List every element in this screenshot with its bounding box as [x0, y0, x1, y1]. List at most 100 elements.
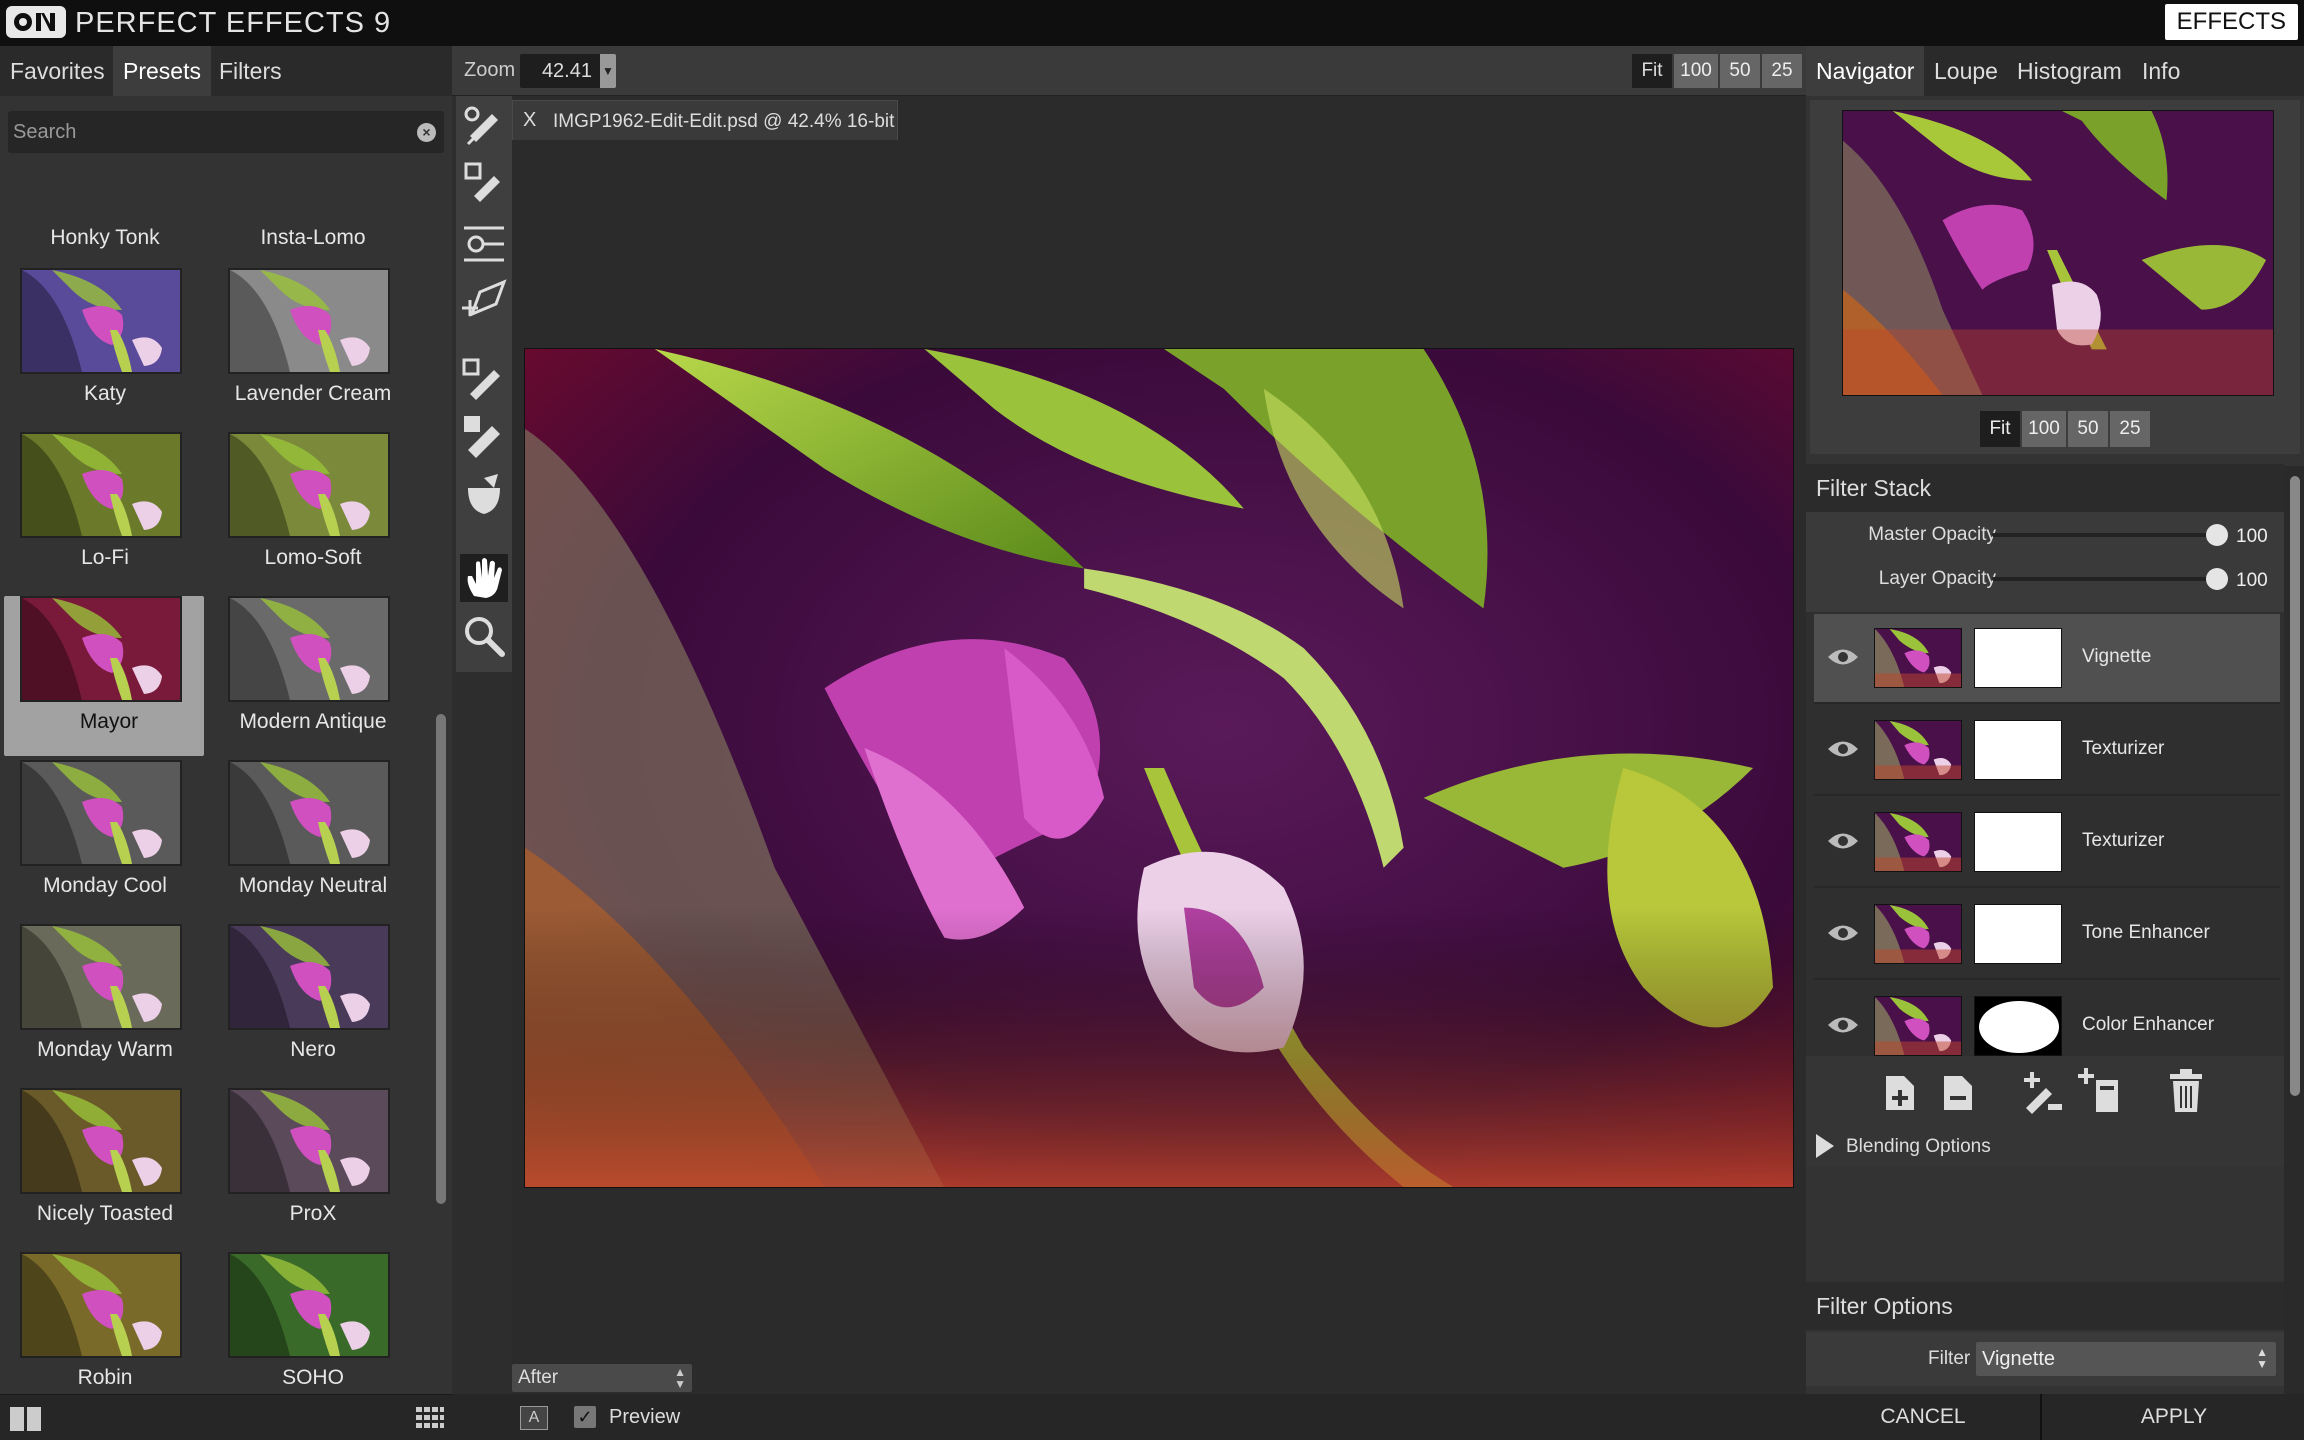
layer-name: Texturizer [2082, 738, 2165, 759]
eye-icon[interactable] [1826, 738, 1860, 760]
select-arrows-icon: ▲ ▼ [2256, 1345, 2268, 1371]
hand-tool[interactable] [460, 554, 508, 602]
preset-item[interactable]: Lomo-Soft [208, 432, 408, 592]
master-opacity-value[interactable]: 100 [2236, 526, 2268, 548]
main-photo[interactable] [524, 348, 1794, 1188]
preset-thumbnail [20, 596, 182, 702]
masking-bug-tool[interactable] [460, 158, 508, 206]
preset-scrollbar[interactable] [436, 714, 446, 1204]
select-arrows-icon: ▲ ▼ [674, 1365, 686, 1391]
blending-options-toggle[interactable]: Blending Options [1806, 1126, 2284, 1166]
nav-25-button[interactable]: 25 [2110, 411, 2150, 447]
perfect-eraser-tool[interactable] [460, 412, 508, 460]
duplicate-mask-icon[interactable] [2076, 1066, 2124, 1116]
action-bar: CANCEL APPLY [1806, 1394, 2304, 1440]
layer-mask [1974, 904, 2062, 964]
layer-row[interactable]: Texturizer [1814, 706, 2280, 796]
tab-presets[interactable]: Presets [113, 46, 211, 96]
magnifier-icon [465, 617, 505, 657]
tab-info[interactable]: Info [2132, 46, 2190, 96]
preset-label: ProX [289, 1202, 337, 1225]
tab-histogram[interactable]: Histogram [2007, 46, 2132, 96]
filter-stack-header[interactable]: Filter Stack [1806, 464, 2284, 512]
preset-item[interactable]: Mayor [4, 596, 204, 756]
nav-50-button[interactable]: 50 [2068, 411, 2108, 447]
preview-bar: A ✓ Preview [452, 1394, 1806, 1440]
document-tab[interactable]: X IMGP1962-Edit-Edit.psd @ 42.4% 16-bit [512, 100, 898, 140]
preset-item[interactable]: Monday Cool [0, 760, 200, 920]
layer-row[interactable]: Texturizer [1814, 798, 2280, 888]
close-document-button[interactable]: X [523, 109, 536, 132]
eye-icon[interactable] [1826, 922, 1860, 944]
preset-item[interactable]: Lavender Cream [208, 268, 408, 428]
tab-loupe[interactable]: Loupe [1924, 46, 2008, 96]
layer-row[interactable]: Tone Enhancer [1814, 890, 2280, 980]
layer-opacity-knob[interactable] [2206, 568, 2228, 590]
gradient-icon [464, 226, 504, 262]
zoom-100-button[interactable]: 100 [1674, 54, 1718, 88]
master-opacity-slider[interactable] [1992, 524, 2228, 546]
preset-item[interactable]: Nero [208, 924, 408, 1084]
preset-item[interactable]: Katy [0, 268, 200, 428]
preview-checkbox[interactable]: ✓ [574, 1406, 596, 1428]
preset-item[interactable]: Modern Antique [208, 596, 408, 756]
preset-thumbnail [228, 924, 390, 1030]
tab-filters[interactable]: Filters [209, 46, 292, 96]
apply-button[interactable]: APPLY [2044, 1394, 2304, 1440]
preset-item[interactable]: Robin [0, 1252, 200, 1386]
nav-fit-button[interactable]: Fit [1980, 411, 2020, 447]
clear-search-icon[interactable]: × [417, 123, 436, 142]
preset-item[interactable]: ProX [208, 1088, 408, 1248]
zoom-dropdown-icon[interactable]: ▼ [600, 54, 616, 88]
nav-100-button[interactable]: 100 [2022, 411, 2066, 447]
effects-button[interactable]: EFFECTS [2164, 4, 2298, 40]
preset-item[interactable]: Monday Warm [0, 924, 200, 1084]
layer-opacity-slider[interactable] [1992, 568, 2228, 590]
line-mask-tool[interactable] [460, 274, 508, 322]
split-view-icon[interactable] [10, 1407, 42, 1431]
preset-label: Monday Neutral [238, 874, 388, 897]
preset-label: Monday Warm [37, 1038, 173, 1061]
layer-row[interactable]: Vignette [1814, 614, 2280, 704]
inspector-scrollbar[interactable] [2284, 466, 2304, 1440]
zoom-25-button[interactable]: 25 [1762, 54, 1802, 88]
search-box: × [8, 111, 444, 153]
filter-select[interactable]: Vignette ▲ ▼ [1976, 1342, 2276, 1376]
preset-item[interactable]: Monday Neutral [208, 760, 408, 920]
masking-brush-tool[interactable] [460, 100, 508, 148]
grid-view-icon[interactable] [416, 1407, 444, 1429]
master-opacity-label: Master Opacity [1868, 524, 1996, 545]
view-mode-value: After [518, 1367, 559, 1388]
filter-options-header[interactable]: Filter Options [1806, 1282, 2284, 1330]
zoom-tool[interactable] [460, 612, 508, 660]
remove-layer-icon[interactable] [1934, 1066, 1982, 1116]
zoom-50-button[interactable]: 50 [1720, 54, 1760, 88]
add-mask-icon[interactable] [2018, 1066, 2066, 1116]
navigator-thumbnail[interactable] [1842, 110, 2274, 396]
view-mode-select[interactable]: After ▲ ▼ [512, 1364, 692, 1392]
zoom-fit-button[interactable]: Fit [1632, 54, 1672, 88]
chisel-tool[interactable] [460, 470, 508, 518]
preset-item[interactable]: Nicely Toasted [0, 1088, 200, 1248]
gradient-tool[interactable] [460, 218, 508, 266]
tab-favorites[interactable]: Favorites [0, 46, 115, 96]
trash-icon[interactable] [2162, 1066, 2210, 1116]
retouch-brush-tool[interactable] [460, 354, 508, 402]
navigator-box [1810, 100, 2300, 454]
tab-navigator[interactable]: Navigator [1806, 46, 1925, 96]
layer-opacity-value[interactable]: 100 [2236, 570, 2268, 592]
add-layer-icon[interactable] [1876, 1066, 1924, 1116]
master-opacity-knob[interactable] [2206, 524, 2228, 546]
zoom-input[interactable]: 42.41 [520, 54, 600, 88]
eye-icon[interactable] [1826, 1014, 1860, 1036]
preset-item[interactable]: SOHO [208, 1252, 408, 1386]
hand-icon [467, 558, 502, 598]
eye-icon[interactable] [1826, 830, 1860, 852]
search-input[interactable] [8, 111, 408, 153]
preset-thumbnail [228, 432, 390, 538]
cancel-button[interactable]: CANCEL [1806, 1394, 2042, 1440]
preset-item[interactable]: Lo-Fi [0, 432, 200, 592]
inspector-scroll-thumb[interactable] [2290, 476, 2300, 1096]
eye-icon[interactable] [1826, 646, 1860, 668]
a-toggle-button[interactable]: A [520, 1406, 548, 1430]
